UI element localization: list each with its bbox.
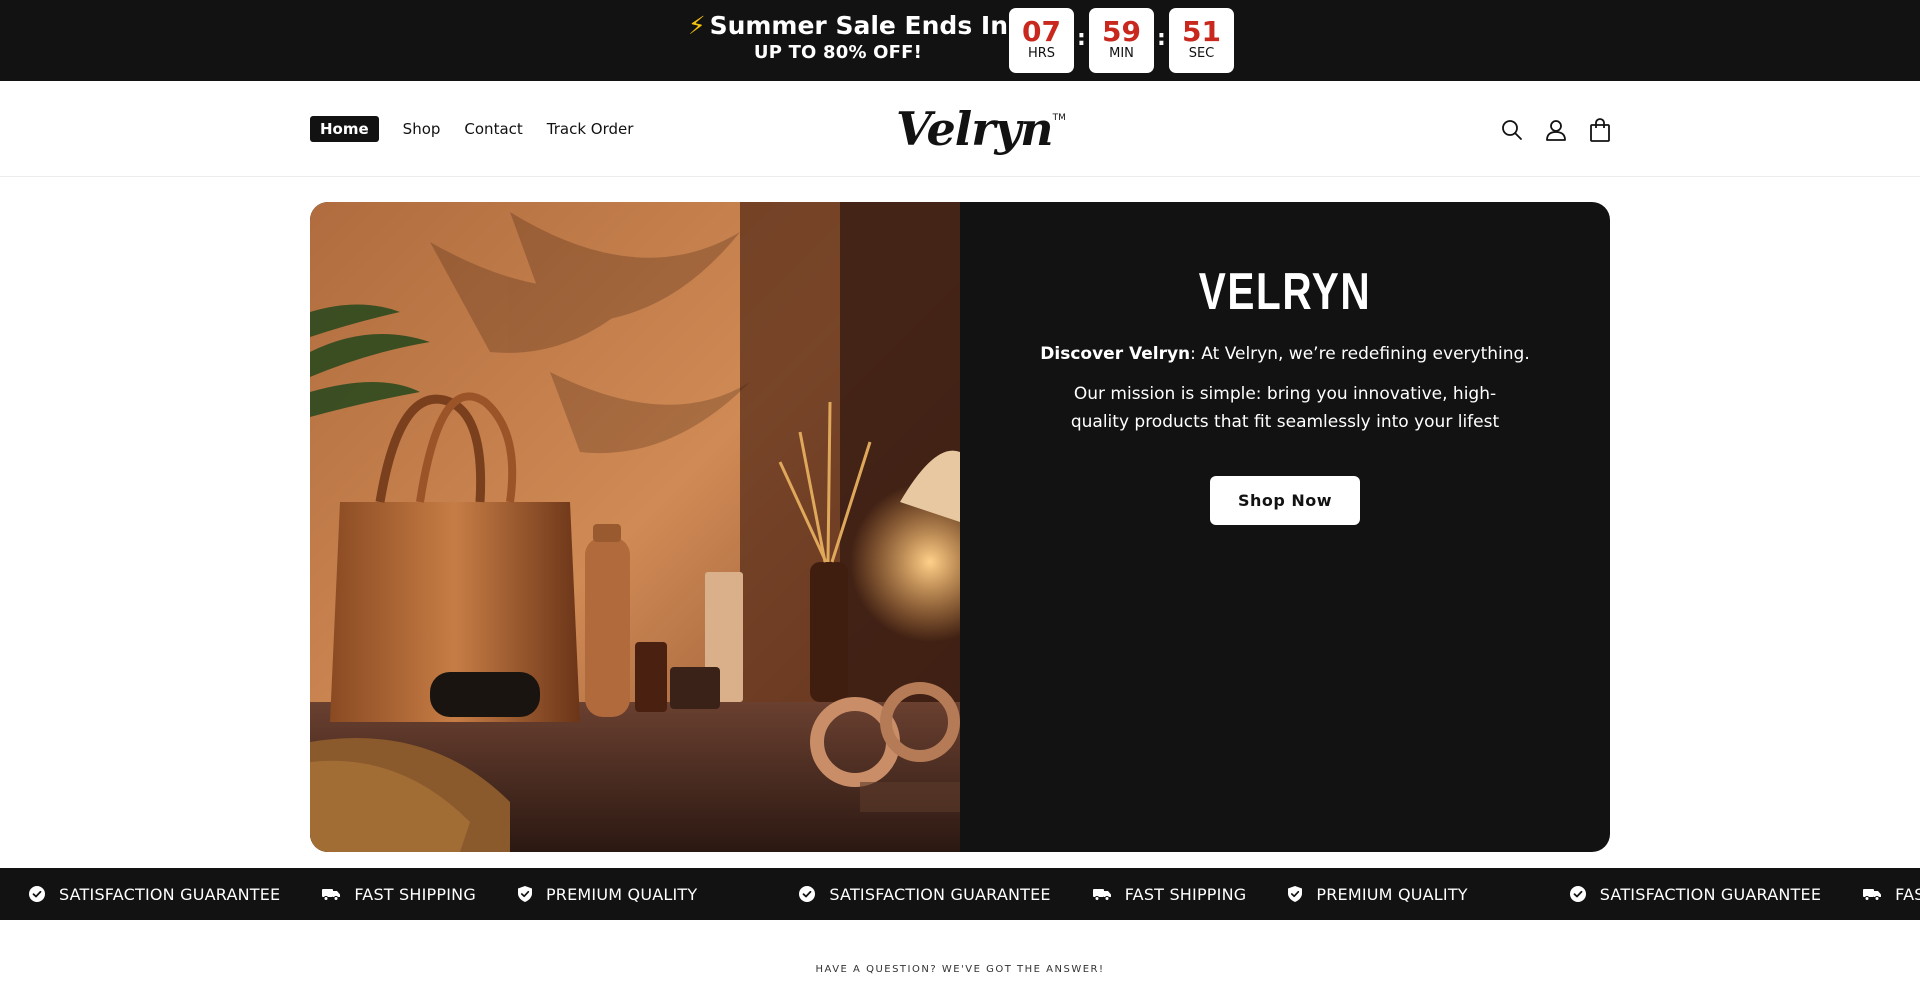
marquee-item: SATISFACTION GUARANTEE xyxy=(29,885,280,904)
marquee-item: SATISFACTION GUARANTEE xyxy=(799,884,1051,904)
sale-title: ⚡ Summer Sale Ends In: xyxy=(688,10,1018,42)
hero-content: VELRYN Discover Velryn: At Velryn, we’re… xyxy=(960,202,1610,852)
hero-lead-bold: Discover Velryn xyxy=(1040,344,1191,364)
marquee-item-label: FAST SHIPPING xyxy=(1124,884,1247,904)
marquee-item: PREMIUM QUALITY xyxy=(1288,884,1468,904)
site-header: Home Shop Contact Track Order VelrynTM xyxy=(0,81,1920,177)
header-icons xyxy=(1497,115,1615,145)
shield-check-icon xyxy=(517,886,539,902)
logo-text: Velryn xyxy=(896,102,1054,156)
truck-icon xyxy=(1863,887,1888,901)
announcement-bar: ⚡ Summer Sale Ends In: UP TO 80% OFF! 07 … xyxy=(0,0,1920,81)
timer-minutes-unit: MIN xyxy=(1109,46,1134,61)
hero-lead-rest: : At Velryn, we’re redefining everything… xyxy=(1190,344,1530,364)
timer-minutes-value: 59 xyxy=(1102,15,1141,48)
hero-lead: Discover Velryn: At Velryn, we’re redefi… xyxy=(960,342,1610,366)
hero-mission: Our mission is simple: bring you innovat… xyxy=(1070,384,1500,432)
marquee-item-label: SATISFACTION GUARANTEE xyxy=(829,884,1051,904)
faq-eyebrow: HAVE A QUESTION? WE'VE GOT THE ANSWER! xyxy=(815,964,1105,975)
timer-hours-unit: HRS xyxy=(1027,46,1056,61)
timer-seconds-unit: SEC xyxy=(1188,46,1215,61)
sale-title-label: Summer Sale Ends In: xyxy=(709,11,1019,40)
timer-seconds: 51 SEC xyxy=(1169,8,1234,73)
truck-icon xyxy=(322,887,347,901)
timer-seconds-value: 51 xyxy=(1182,15,1221,48)
marquee-group: SATISFACTION GUARANTEEFAST SHIPPINGPREMI… xyxy=(1569,884,1920,904)
marquee-item-label: FAST SHIPPING xyxy=(1895,884,1920,904)
timer-minutes: 59 MIN xyxy=(1089,8,1154,73)
marquee-item: PREMIUM QUALITY xyxy=(517,884,698,904)
marquee-track: SATISFACTION GUARANTEE FAST SHIPPING PREMI… xyxy=(29,868,1920,920)
marquee-group: SATISFACTION GUARANTEE FAST SHIPPING PREMI… xyxy=(799,885,1509,904)
hero-title: VELRYN xyxy=(1198,263,1372,321)
timer-separator: : xyxy=(1157,26,1166,51)
timer-hours-value: 07 xyxy=(1022,15,1061,48)
search-icon[interactable] xyxy=(1497,115,1527,145)
marquee-item-label: PREMIUM QUALITY xyxy=(1316,884,1468,904)
shield-check-icon xyxy=(1288,886,1309,902)
sale-subtitle: UP TO 80% OFF! xyxy=(753,42,923,63)
shop-now-button[interactable]: Shop Now xyxy=(1210,476,1360,525)
marquee-item: FAST SHIPPING xyxy=(1863,885,1920,904)
marquee-item-label: SATISFACTION GUARANTEE xyxy=(59,884,281,904)
marquee-item-label: PREMIUM QUALITY xyxy=(545,884,698,904)
cart-icon[interactable] xyxy=(1585,115,1615,145)
check-circle-icon xyxy=(799,886,822,902)
marquee-item-label: FAST SHIPPING xyxy=(354,884,476,904)
truck-icon xyxy=(1092,887,1118,901)
lightning-icon: ⚡ xyxy=(688,11,706,40)
nav-contact[interactable]: Contact xyxy=(464,120,522,138)
account-icon[interactable] xyxy=(1541,115,1571,145)
main-nav: Home Shop Contact Track Order xyxy=(310,116,657,142)
nav-home[interactable]: Home xyxy=(310,116,379,142)
hero-image xyxy=(310,202,1010,852)
marquee-item-label: SATISFACTION GUARANTEE xyxy=(1599,884,1822,904)
logo-trademark: TM xyxy=(1052,113,1066,123)
benefits-marquee: SATISFACTION GUARANTEE FAST SHIPPING PREMI… xyxy=(0,868,1920,920)
marquee-item: FAST SHIPPING xyxy=(1092,884,1247,904)
nav-shop[interactable]: Shop xyxy=(403,120,441,138)
timer-hours: 07 HRS xyxy=(1009,8,1074,73)
marquee-item: FAST SHIPPING xyxy=(322,885,476,904)
hero-banner: VELRYN Discover Velryn: At Velryn, we’re… xyxy=(310,202,1610,852)
nav-track-order[interactable]: Track Order xyxy=(547,120,634,138)
check-circle-icon xyxy=(29,886,52,902)
sale-text: ⚡ Summer Sale Ends In: UP TO 80% OFF! xyxy=(688,10,1018,64)
marquee-item: SATISFACTION GUARANTEE xyxy=(1569,884,1822,904)
timer-separator: : xyxy=(1077,26,1086,51)
check-circle-icon xyxy=(1569,886,1593,902)
marquee-group: SATISFACTION GUARANTEE FAST SHIPPING PREMI… xyxy=(29,885,739,904)
site-logo[interactable]: VelrynTM xyxy=(896,99,1066,159)
